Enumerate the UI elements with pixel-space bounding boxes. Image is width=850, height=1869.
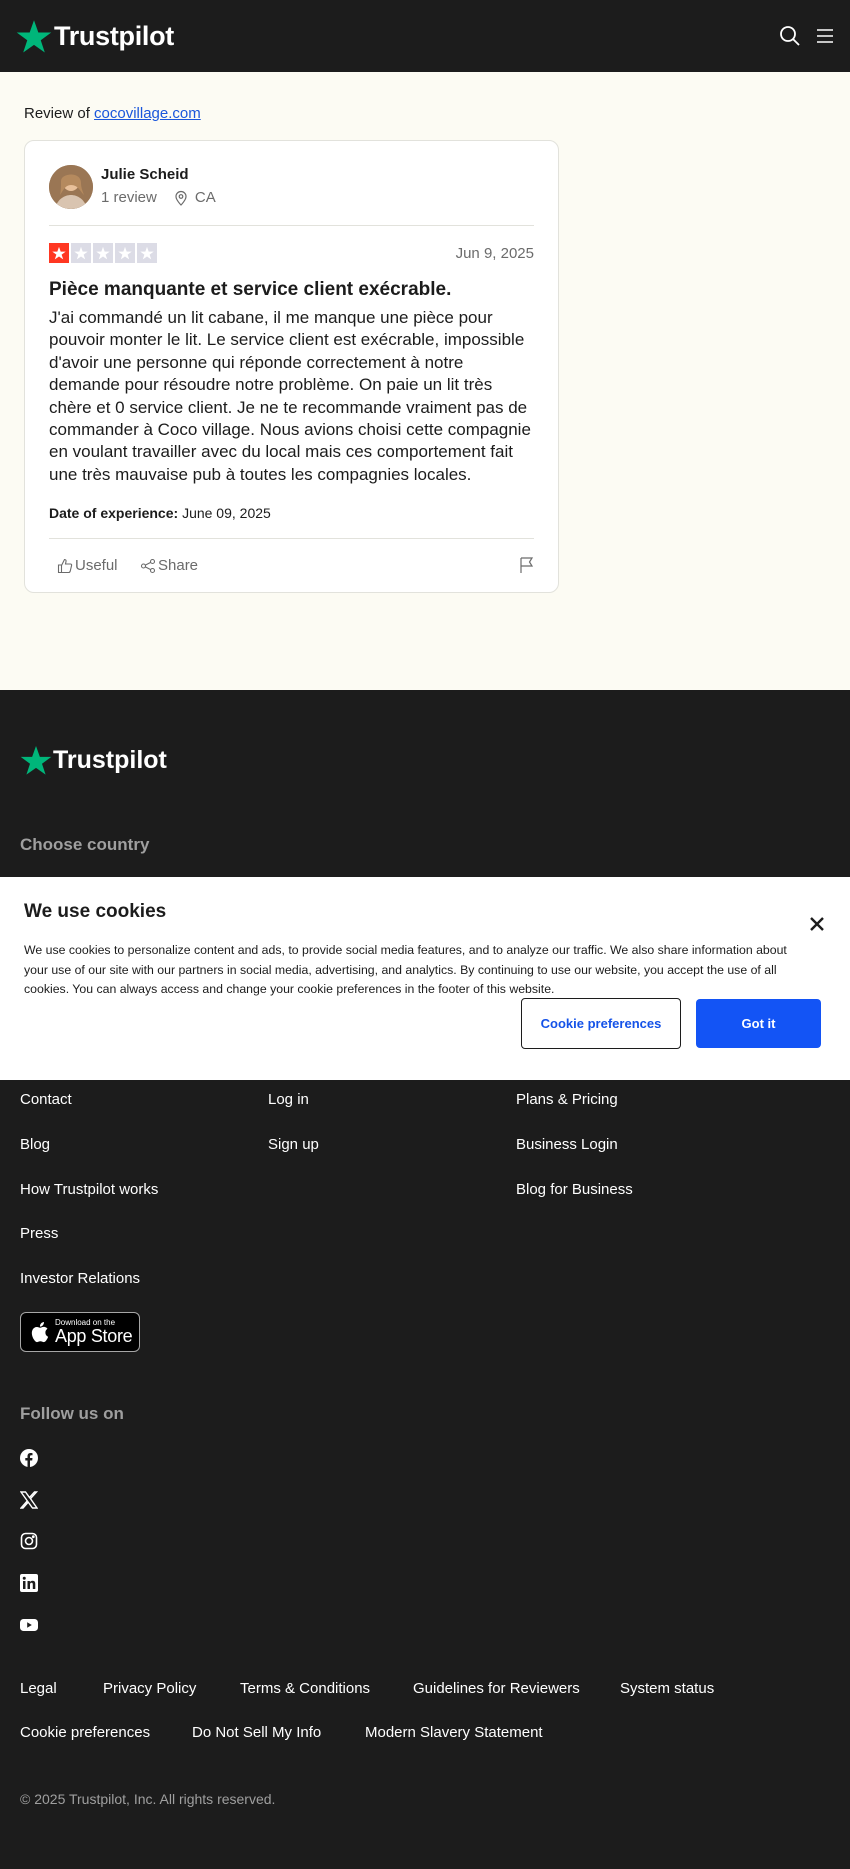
reviewer-review-count: 1 review	[101, 189, 157, 206]
main-content: Review of cocovillage.com Julie Scheid 1…	[0, 72, 850, 690]
cookie-preferences-button[interactable]: Cookie preferences	[521, 998, 681, 1049]
legal-link-system-status[interactable]: System status	[620, 1680, 714, 1697]
experience-label: Date of experience:	[49, 505, 179, 521]
footer-link-plans-pricing[interactable]: Plans & Pricing	[516, 1091, 618, 1108]
close-icon[interactable]	[808, 915, 826, 933]
review-card: Julie Scheid 1 review CA Jun 9, 2025 Piè…	[24, 140, 559, 593]
footer-link-investor-relations[interactable]: Investor Relations	[20, 1270, 140, 1287]
footer-link-sign-up[interactable]: Sign up	[268, 1136, 319, 1153]
x-icon[interactable]	[20, 1491, 38, 1509]
legal-link-guidelines-for-reviewers[interactable]: Guidelines for Reviewers	[413, 1680, 580, 1697]
review-date: Jun 9, 2025	[455, 245, 534, 262]
divider	[49, 225, 534, 226]
search-icon[interactable]	[778, 24, 802, 48]
date-of-experience: Date of experience: June 09, 2025	[49, 505, 271, 521]
site-footer: Trustpilot Choose country Contact Blog H…	[0, 690, 850, 1869]
legal-link-privacy-policy[interactable]: Privacy Policy	[103, 1680, 196, 1697]
useful-label: Useful	[75, 557, 118, 574]
instagram-icon[interactable]	[20, 1532, 38, 1550]
app-store-big-text: App Store	[55, 1326, 133, 1346]
star-empty-icon	[115, 243, 135, 263]
legal-link-cookie-preferences[interactable]: Cookie preferences	[20, 1724, 150, 1741]
share-label: Share	[158, 557, 199, 574]
footer-link-press[interactable]: Press	[20, 1225, 58, 1242]
trustpilot-star-icon	[16, 20, 52, 53]
divider	[49, 538, 534, 539]
company-link[interactable]: cocovillage.com	[94, 105, 201, 122]
experience-date: June 09, 2025	[182, 505, 271, 521]
menu-icon[interactable]	[815, 26, 835, 46]
cookie-banner-title: We use cookies	[24, 901, 167, 922]
apple-icon	[31, 1322, 49, 1343]
copyright: © 2025 Trustpilot, Inc. All rights reser…	[20, 1791, 276, 1807]
legal-link-modern-slavery-statement[interactable]: Modern Slavery Statement	[365, 1724, 543, 1741]
location-pin-icon	[175, 190, 187, 206]
trustpilot-star-icon	[20, 746, 52, 775]
site-header: Trustpilot	[0, 0, 850, 72]
share-icon	[140, 558, 156, 573]
star-empty-icon	[137, 243, 157, 263]
legal-link-terms-conditions[interactable]: Terms & Conditions	[240, 1680, 370, 1697]
review-body: J'ai commandé un lit cabane, il me manqu…	[49, 308, 531, 484]
cookie-banner: We use cookies We use cookies to persona…	[0, 877, 850, 1080]
thumbs-up-icon	[57, 558, 73, 573]
legal-link-legal[interactable]: Legal	[20, 1680, 57, 1697]
review-title: Pièce manquante et service client exécra…	[49, 279, 452, 300]
footer-link-how-trustpilot-works[interactable]: How Trustpilot works	[20, 1181, 158, 1198]
legal-link-do-not-sell[interactable]: Do Not Sell My Info	[192, 1724, 321, 1741]
app-store-badge[interactable]: Download on the App Store	[20, 1312, 140, 1352]
reviewer-meta: 1 review CA	[101, 189, 216, 206]
avatar[interactable]	[49, 165, 93, 209]
brand-name: Trustpilot	[54, 20, 174, 51]
star-filled-icon	[49, 243, 69, 263]
share-button[interactable]: Share	[140, 557, 198, 574]
reviewer-country: CA	[194, 189, 216, 206]
follow-us-heading: Follow us on	[20, 1404, 124, 1423]
star-empty-icon	[93, 243, 113, 263]
youtube-icon[interactable]	[20, 1616, 38, 1634]
cookie-banner-text: We use cookies to personalize content an…	[24, 943, 787, 996]
star-rating	[49, 243, 157, 263]
flag-icon[interactable]	[518, 556, 536, 574]
brand-name: Trustpilot	[53, 745, 167, 774]
trustpilot-logo[interactable]: Trustpilot	[16, 18, 174, 54]
footer-link-contact[interactable]: Contact	[20, 1091, 72, 1108]
footer-link-business-login[interactable]: Business Login	[516, 1136, 618, 1153]
star-empty-icon	[71, 243, 91, 263]
review-of-prefix: Review of	[24, 105, 90, 122]
choose-country-heading[interactable]: Choose country	[20, 835, 149, 855]
footer-link-log-in[interactable]: Log in	[268, 1091, 309, 1108]
avatar-image	[49, 165, 93, 209]
footer-link-blog[interactable]: Blog	[20, 1136, 50, 1153]
useful-button[interactable]: Useful	[57, 557, 118, 574]
footer-trustpilot-logo[interactable]: Trustpilot	[20, 744, 167, 776]
footer-link-blog-for-business[interactable]: Blog for Business	[516, 1181, 633, 1198]
reviewer-name[interactable]: Julie Scheid	[101, 166, 189, 183]
linkedin-icon[interactable]	[20, 1574, 38, 1592]
facebook-icon[interactable]	[20, 1449, 38, 1467]
got-it-button[interactable]: Got it	[696, 999, 821, 1048]
review-of-heading: Review of cocovillage.com	[24, 105, 201, 122]
